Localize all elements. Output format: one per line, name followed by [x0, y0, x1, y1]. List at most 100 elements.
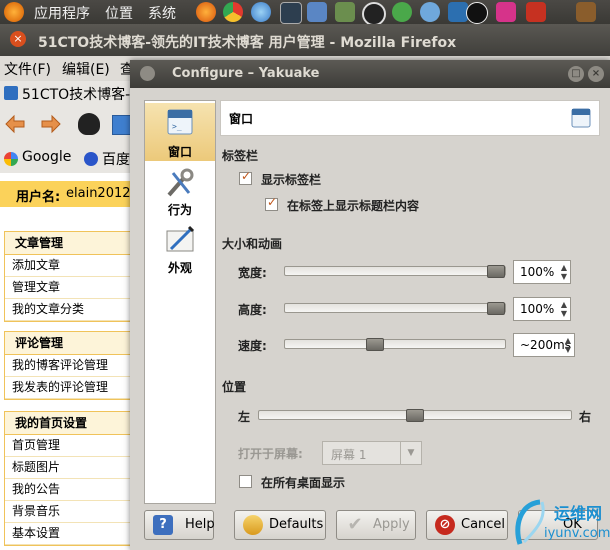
list-item[interactable]: 基本设置 [5, 523, 131, 545]
sidebar-item-label: 行为 [167, 203, 192, 217]
google-icon [4, 152, 18, 166]
height-spinbox[interactable]: 100% ▲ ▼ [513, 297, 571, 321]
list-item[interactable]: 添加文章 [5, 255, 131, 277]
speed-spinbox[interactable]: ~200ms ▲ ▼ [513, 333, 575, 357]
list-item[interactable]: 首页管理 [5, 435, 131, 457]
configure-dialog: Configure – Yakuake □ × >_ 窗口 行为 外观 窗口 标… [130, 60, 610, 550]
list-item[interactable]: 背景音乐 [5, 501, 131, 523]
defaults-button[interactable]: Defaults [234, 510, 326, 540]
help-button-label: Help [185, 517, 215, 532]
ubuntu-logo-icon[interactable] [4, 2, 24, 22]
close-icon[interactable]: × [10, 31, 26, 47]
maximize-icon[interactable]: □ [568, 66, 584, 82]
watermark: 运维网 iyunv.com [510, 496, 610, 550]
menu-system[interactable]: 系统 [148, 3, 176, 23]
sidebar-item-appearance[interactable]: 外观 [145, 225, 215, 283]
height-value: 100% [520, 302, 555, 316]
help-button[interactable]: ? Help [144, 510, 215, 540]
gift-launcher-icon[interactable] [576, 2, 596, 22]
speed-slider[interactable] [284, 338, 506, 351]
archive-launcher-icon[interactable] [362, 2, 386, 26]
list-item[interactable]: 我发表的评论管理 [5, 377, 131, 399]
thunderbird-launcher-icon[interactable] [251, 2, 271, 22]
top-panel: 应用程序 位置 系统 [0, 0, 610, 26]
width-slider-handle[interactable] [487, 265, 505, 278]
cancel-button-label: Cancel [461, 517, 506, 532]
screen-label: 打开于屏幕: [238, 447, 303, 461]
height-label: 高度: [238, 303, 267, 317]
show-tabbar-checkbox[interactable]: ✓ [239, 169, 252, 185]
firefox-tab[interactable]: 51CTO技术博客- [0, 81, 140, 106]
firefox-launcher-icon[interactable] [196, 2, 216, 22]
list-item[interactable]: 我的博客评论管理 [5, 355, 131, 377]
apply-button-label: Apply [373, 517, 410, 532]
position-right-label: 右 [579, 410, 592, 424]
position-left-label: 左 [238, 410, 251, 424]
pen-launcher-icon[interactable] [420, 2, 440, 22]
bookmark-google[interactable]: Google [22, 149, 71, 165]
close-icon[interactable]: × [588, 66, 604, 82]
position-slider-handle[interactable] [406, 409, 424, 422]
width-spinbox[interactable]: 100% ▲ ▼ [513, 260, 571, 284]
music-launcher-icon[interactable] [496, 2, 516, 22]
spin-arrows-icon[interactable]: ▲ ▼ [561, 300, 567, 318]
firefox-window-title: 51CTO技术博客-领先的IT技术博客 用户管理 - Mozilla Firef… [38, 35, 457, 51]
cancel-button[interactable]: ⊘ Cancel [426, 510, 508, 540]
watermark-logo-icon [515, 499, 545, 545]
list-item[interactable]: 我的文章分类 [5, 299, 131, 321]
menu-edit[interactable]: 编辑(E) [62, 59, 110, 79]
menu-applications[interactable]: 应用程序 [34, 3, 90, 23]
tux-icon[interactable] [78, 113, 100, 135]
firefox-titlebar[interactable]: 51CTO技术博客-领先的IT技术博客 用户管理 - Mozilla Firef… [0, 24, 610, 56]
filezilla-launcher-icon[interactable] [526, 2, 546, 22]
section-title: 我的首页设置 [5, 412, 131, 435]
qq-launcher-icon[interactable] [466, 2, 488, 24]
spin-arrows-icon[interactable]: ▲ ▼ [561, 263, 567, 281]
dialog-title: Configure – Yakuake [172, 66, 320, 81]
chevron-down-icon[interactable]: ▼ [400, 442, 421, 464]
user-label: 用户名: [16, 190, 61, 205]
baidu-icon [84, 152, 98, 166]
tabbar-heading: 标签栏 [222, 149, 259, 163]
sidebar-item-behavior[interactable]: 行为 [145, 165, 215, 223]
speed-slider-handle[interactable] [366, 338, 384, 351]
virtualbox-launcher-icon[interactable] [307, 2, 327, 22]
position-slider[interactable] [258, 409, 572, 422]
list-item[interactable]: 管理文章 [5, 277, 131, 299]
list-item[interactable]: 标题图片 [5, 457, 131, 479]
chrome-launcher-icon[interactable] [223, 2, 243, 22]
photo-launcher-icon[interactable] [448, 2, 468, 22]
speed-label: 速度: [238, 339, 267, 353]
size-heading: 大小和动画 [222, 237, 283, 251]
apply-button[interactable]: ✔ Apply [336, 510, 416, 540]
show-title-label: 在标签上显示标题栏内容 [287, 199, 420, 213]
section-title: 文章管理 [5, 232, 131, 255]
width-slider[interactable] [284, 265, 506, 278]
all-desktops-checkbox[interactable] [239, 475, 252, 488]
media-launcher-icon[interactable] [335, 2, 355, 22]
screen-combobox[interactable]: 屏幕 1 ▼ [322, 441, 422, 465]
menu-file[interactable]: 文件(F) [4, 59, 51, 79]
forward-arrow-icon[interactable] [40, 114, 62, 134]
show-title-checkbox[interactable]: ✓ [265, 195, 278, 211]
section-title: 评论管理 [5, 332, 131, 355]
spin-arrows-icon[interactable]: ▲ ▼ [565, 336, 571, 354]
speed-value: ~200ms [520, 338, 571, 352]
height-slider-handle[interactable] [487, 302, 505, 315]
user-name: elain2012 [66, 186, 131, 201]
firefox-navbar [0, 105, 140, 143]
cancel-icon: ⊘ [435, 515, 455, 535]
back-arrow-icon[interactable] [4, 114, 26, 134]
height-slider[interactable] [284, 302, 506, 315]
help-icon: ? [153, 515, 173, 535]
dialog-titlebar[interactable]: Configure – Yakuake □ × [130, 60, 610, 88]
bookmark-baidu[interactable]: 百度 [102, 149, 130, 169]
position-heading: 位置 [222, 380, 247, 394]
terminal-launcher-icon[interactable] [280, 2, 302, 24]
list-item[interactable]: 我的公告 [5, 479, 131, 501]
section-homepage: 我的首页设置 首页管理 标题图片 我的公告 背景音乐 基本设置 [4, 411, 132, 546]
messenger-launcher-icon[interactable] [392, 2, 412, 22]
app-menu-icon[interactable] [140, 66, 155, 81]
sidebar-item-window[interactable]: >_ 窗口 [145, 103, 215, 161]
menu-places[interactable]: 位置 [105, 3, 133, 23]
